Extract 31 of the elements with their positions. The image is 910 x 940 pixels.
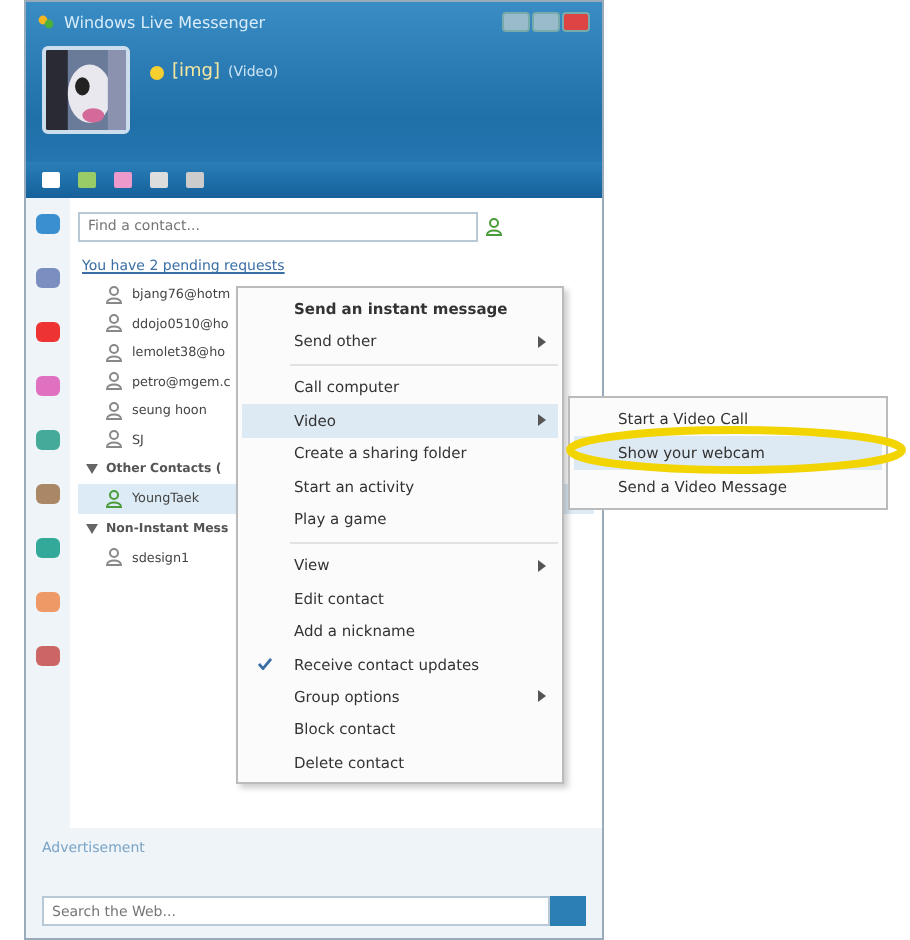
app-icon[interactable] [36,484,60,504]
display-name[interactable]: [img] [172,62,221,82]
app-icon[interactable] [36,322,60,342]
person-icon [106,548,122,567]
window-title: Windows Live Messenger [64,13,266,31]
person-icon [106,372,122,391]
submenu-arrow-icon [538,335,546,348]
app-icon[interactable] [36,430,60,450]
person-icon [106,401,122,420]
app-icon[interactable] [36,646,60,666]
maximize-button[interactable] [532,12,560,32]
collapse-icon[interactable] [86,464,98,474]
app-icon[interactable] [36,214,60,234]
app-icon[interactable] [36,268,60,288]
app-icon[interactable] [36,376,60,396]
person-icon [106,489,122,508]
check-icon [258,658,272,671]
minimize-button[interactable] [502,12,530,32]
status-icon [150,65,164,79]
submenu-arrow-icon [538,414,546,427]
person-icon [106,314,122,333]
app-icon[interactable] [36,592,60,612]
person-icon [106,285,122,304]
close-button[interactable] [562,12,590,32]
app-icon[interactable] [36,538,60,558]
person-icon [106,430,122,449]
person-icon [106,343,122,362]
submenu-arrow-icon [538,559,546,572]
person-icon [486,217,502,235]
collapse-icon[interactable] [86,523,98,533]
submenu-arrow-icon [538,690,546,703]
